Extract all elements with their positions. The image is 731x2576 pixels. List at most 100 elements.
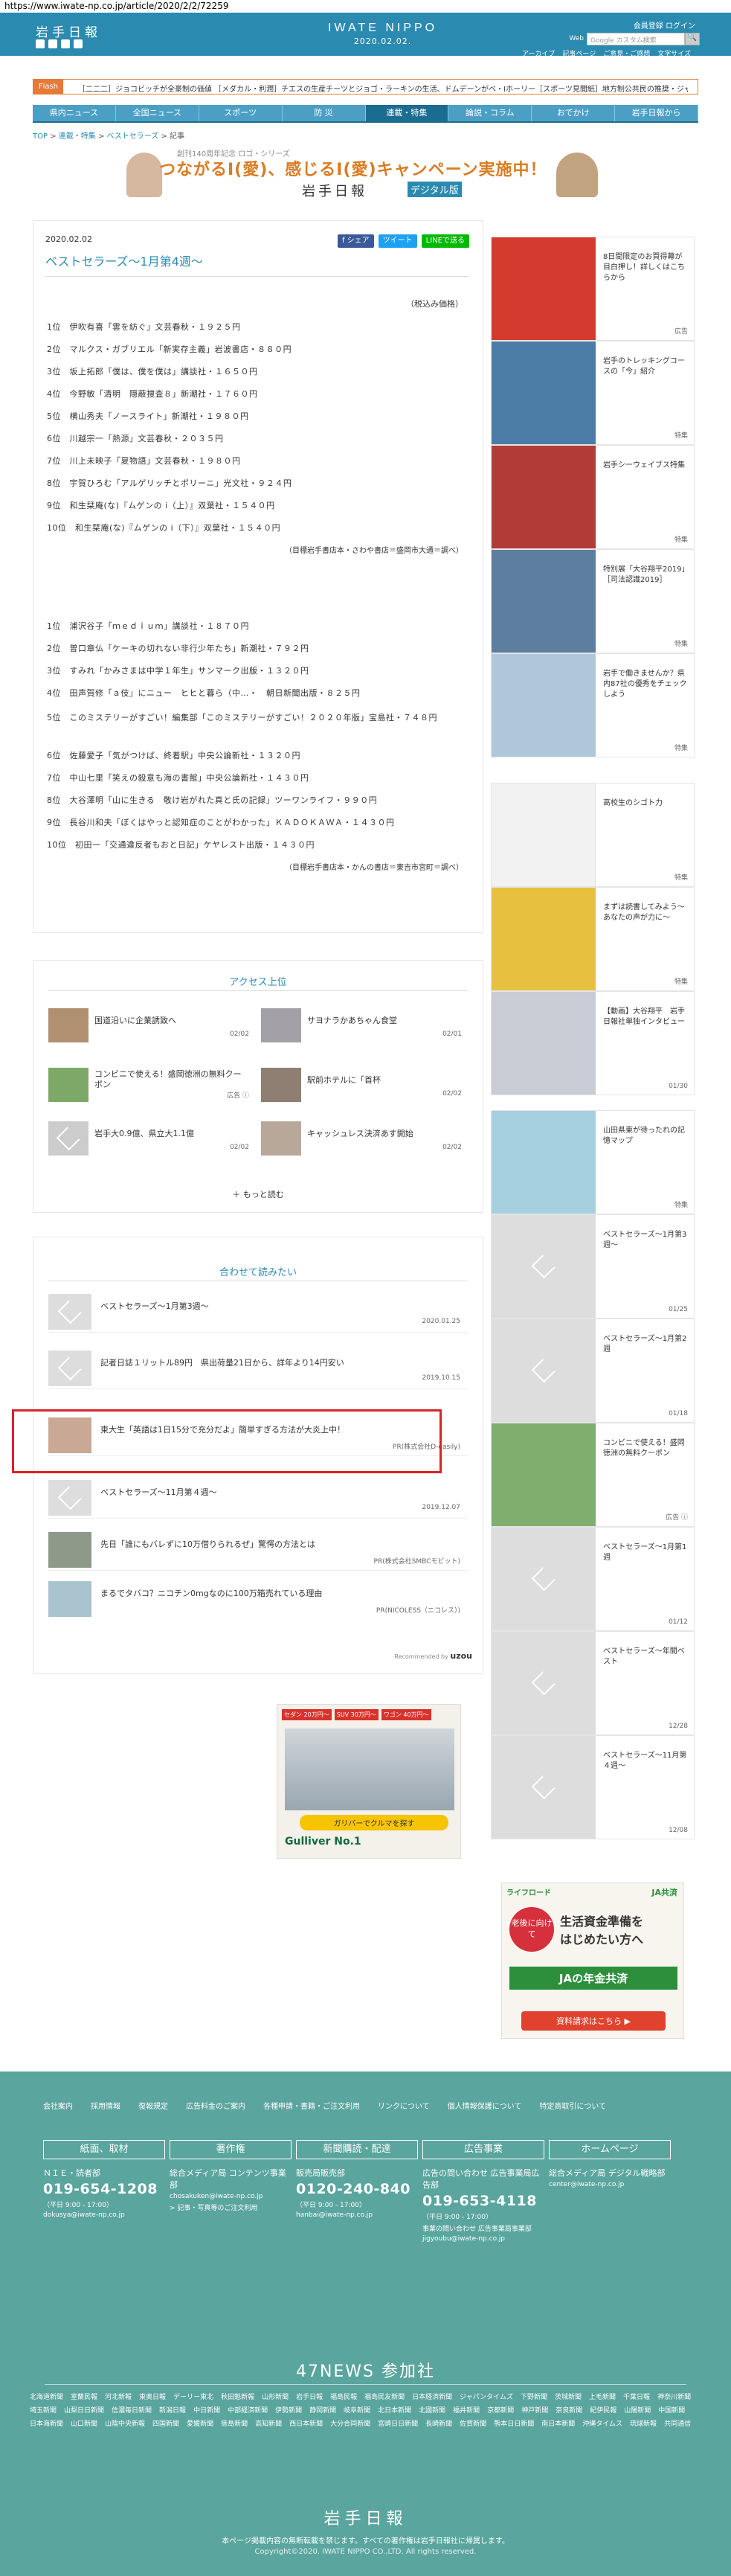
- partner-paper-link[interactable]: 山梨日日新聞: [64, 2405, 104, 2415]
- partner-paper-link[interactable]: 福井新聞: [453, 2405, 480, 2415]
- nav-national-news[interactable]: 全国ニュース: [116, 105, 199, 121]
- search-input[interactable]: Google カスタム検索: [587, 33, 685, 45]
- recommended-by[interactable]: Recommended by uzou: [394, 1651, 472, 1661]
- partner-paper-link[interactable]: 愛媛新聞: [187, 2418, 213, 2428]
- sidebar-item[interactable]: 高校生のシゴト力 特集: [491, 783, 695, 887]
- footer-link[interactable]: 広告料金のご案内: [186, 2100, 245, 2111]
- partner-paper-link[interactable]: 伊勢新聞: [275, 2405, 302, 2415]
- sidebar-item[interactable]: 岩手で働きませんか？県内87社の優秀をチェックしよう 特集: [491, 653, 695, 757]
- ja-ad-button[interactable]: 資料請求はこちら ▶: [521, 2011, 666, 2031]
- footer-logo[interactable]: 岩手日報: [0, 2505, 731, 2529]
- partner-paper-link[interactable]: 埼玉新聞: [30, 2405, 57, 2415]
- sidebar-item[interactable]: コンビニで使える！盛岡徳洲の無料クーポン 広告 ⓘ: [491, 1423, 695, 1527]
- footer-link[interactable]: リンクについて: [378, 2100, 430, 2111]
- partner-paper-link[interactable]: 神戸新聞: [521, 2405, 548, 2415]
- footer-col-email[interactable]: chosakuken@iwate-np.co.jp: [170, 2193, 292, 2200]
- footer-link[interactable]: 各種申請・書籍・ご注文利用: [263, 2100, 360, 2111]
- partner-paper-link[interactable]: 共同通信: [664, 2418, 691, 2428]
- facebook-share-button[interactable]: f シェア: [337, 234, 374, 248]
- footer-col-email[interactable]: dokusya@iwate-np.co.jp: [43, 2211, 165, 2219]
- partner-paper-link[interactable]: 熊本日日新聞: [494, 2418, 534, 2428]
- partner-paper-link[interactable]: 四国新聞: [152, 2418, 179, 2428]
- footer-col-phone[interactable]: 019-654-1208: [43, 2181, 165, 2197]
- related-item[interactable]: 記者日誌１リットル89円 県出荷量21日から、詳年より14円安い 2019.10…: [48, 1346, 468, 1389]
- sidebar-item[interactable]: 山田県東が待ったれの記憶マップ 特集: [491, 1110, 695, 1214]
- related-item-sponsored[interactable]: 先日「誰にもバレずに10万借りられるぜ」驚愕の方法とは PR(株式会社SMBCモ…: [48, 1528, 468, 1571]
- partner-paper-link[interactable]: 長崎新聞: [425, 2418, 452, 2428]
- site-logo[interactable]: 岩手日報: [36, 22, 101, 40]
- partner-paper-link[interactable]: 静岡新聞: [309, 2405, 336, 2415]
- sidebar-item[interactable]: 8日間限定のお買得幕が目白押し！詳しくはこちらから 広告: [491, 237, 695, 341]
- login-link[interactable]: ログイン: [666, 22, 695, 31]
- partner-paper-link[interactable]: 佐賀新聞: [460, 2418, 486, 2428]
- member-register-link[interactable]: 会員登録: [634, 22, 663, 31]
- footer-col-email[interactable]: hanbai@iwate-np.co.jp: [296, 2211, 418, 2219]
- partner-paper-link[interactable]: 上毛新聞: [589, 2391, 616, 2401]
- partner-paper-link[interactable]: 山陰中央新報: [105, 2418, 145, 2428]
- partner-paper-link[interactable]: 日本海新聞: [30, 2418, 63, 2428]
- sidebar-item[interactable]: ベストセラーズ～1月第2週 01/18: [491, 1319, 695, 1423]
- nav-editorial[interactable]: 論説・コラム: [448, 105, 532, 121]
- ja-ad[interactable]: ライフロード JA共済 老後に向けて 生活資金準備を はじめたい方へ JAの年金…: [501, 1883, 684, 2039]
- footer-link[interactable]: 採用情報: [91, 2100, 120, 2111]
- related-item-sponsored[interactable]: まるでタバコ？ニコチン0mgなのに100万箱売れている理由 PR(NICOLES…: [48, 1577, 468, 1620]
- partner-paper-link[interactable]: 東奥日報: [139, 2391, 166, 2401]
- access-item[interactable]: サヨナラかあちゃん食堂 02/01: [261, 1005, 462, 1047]
- access-item[interactable]: キャッシュレス決済あす開始 02/02: [261, 1118, 462, 1160]
- partner-paper-link[interactable]: 紀伊民報: [590, 2405, 616, 2415]
- partner-paper-link[interactable]: 高知新聞: [255, 2418, 282, 2428]
- more-button[interactable]: ＋ もっと読む: [33, 1188, 483, 1200]
- line-share-button[interactable]: LINEで送る: [421, 234, 469, 248]
- breadcrumb-top[interactable]: TOP: [33, 132, 48, 141]
- partner-paper-link[interactable]: 山陽新聞: [624, 2405, 651, 2415]
- partner-paper-link[interactable]: 岐阜新聞: [344, 2405, 370, 2415]
- access-item[interactable]: 岩手大0.9億、県立大1.1億 02/02: [48, 1118, 249, 1160]
- sidebar-item[interactable]: ベストセラーズ～年間ベスト 12/28: [491, 1631, 695, 1735]
- car-ad[interactable]: セダン 20万円～ SUV 30万円～ ワゴン 40万円～ ガリバーでクルマを探…: [277, 1704, 461, 1859]
- partner-paper-link[interactable]: 岩手日報: [296, 2391, 323, 2401]
- partner-paper-link[interactable]: 大分合同新聞: [330, 2418, 370, 2428]
- center-logo[interactable]: IWATE NIPPO 2020.02.02.: [328, 22, 437, 46]
- partner-paper-link[interactable]: 北日本新聞: [378, 2405, 411, 2415]
- partner-paper-link[interactable]: ジャパンタイムズ: [460, 2391, 513, 2401]
- sidebar-item[interactable]: ベストセラーズ～1月第1週 01/12: [491, 1527, 695, 1631]
- footer-col-email[interactable]: jigyoubu@iwate-np.co.jp: [422, 2235, 544, 2243]
- access-item[interactable]: 国道沿いに企業誘致へ 02/02: [48, 1005, 249, 1047]
- article-page-link[interactable]: 記事ページ: [562, 48, 596, 58]
- flash-text[interactable]: ［二二二］ジョコビッチが全豪制の価値 ［メダカル・利潤］チエスの生産チーツとジョ…: [78, 83, 688, 94]
- sidebar-item[interactable]: 特別展「大谷翔平2019」［司法認識2019］ 特集: [491, 549, 695, 653]
- partner-paper-link[interactable]: 下野新聞: [521, 2391, 547, 2401]
- flash-news-ticker[interactable]: Flash ［二二二］ジョコビッチが全豪制の価値 ［メダカル・利潤］チエスの生産…: [33, 79, 698, 94]
- related-item[interactable]: ベストセラーズ～1月第3週～ 2020.01.25: [48, 1289, 468, 1333]
- partner-paper-link[interactable]: 山口新聞: [71, 2418, 97, 2428]
- partner-paper-link[interactable]: 福島民友新聞: [364, 2391, 405, 2401]
- access-item[interactable]: コンビニで使える！盛岡徳洲の無料クーポン 広告 ⓘ: [48, 1065, 249, 1106]
- footer-link[interactable]: 特定商取引について: [539, 2100, 606, 2111]
- font-size-link[interactable]: 文字サイズ: [657, 48, 691, 58]
- footer-col-phone[interactable]: 019-653-4118: [422, 2193, 544, 2209]
- partner-paper-link[interactable]: 日本経済新聞: [412, 2391, 452, 2401]
- partner-paper-link[interactable]: 西日本新聞: [289, 2418, 323, 2428]
- partner-paper-link[interactable]: 茨城新聞: [555, 2391, 582, 2401]
- partner-paper-link[interactable]: 千葉日報: [623, 2391, 650, 2401]
- footer-col-link[interactable]: > 記事・写真等のご注文利用: [170, 2202, 292, 2212]
- sidebar-item[interactable]: ベストセラーズ～1月第3週～ 01/25: [491, 1214, 695, 1319]
- partner-paper-link[interactable]: 神奈川新聞: [657, 2391, 691, 2401]
- sidebar-item[interactable]: まずは読書してみよう～あなたの声が力に～ 特集: [491, 887, 695, 991]
- partner-paper-link[interactable]: 信濃毎日新聞: [112, 2405, 152, 2415]
- partner-paper-link[interactable]: 奈良新聞: [556, 2405, 582, 2415]
- partner-paper-link[interactable]: 中国新聞: [658, 2405, 685, 2415]
- sidebar-item[interactable]: 岩手シーウェイブス特集 特集: [491, 445, 695, 549]
- partner-paper-link[interactable]: 南日本新聞: [541, 2418, 575, 2428]
- footer-link[interactable]: 復報規定: [138, 2100, 168, 2111]
- partner-paper-link[interactable]: 中部経済新聞: [228, 2405, 268, 2415]
- youtube-icon[interactable]: [61, 39, 70, 48]
- partner-paper-link[interactable]: 新潟日報: [159, 2405, 186, 2415]
- nav-series[interactable]: 連載・特集: [365, 105, 449, 121]
- twitter-icon[interactable]: [36, 39, 45, 48]
- partner-paper-link[interactable]: 北海道新聞: [30, 2391, 63, 2401]
- archive-link[interactable]: アーカイブ: [522, 48, 555, 58]
- partner-paper-link[interactable]: 山形新聞: [262, 2391, 289, 2401]
- footer-link[interactable]: 個人情報保護について: [448, 2100, 522, 2111]
- nav-outing[interactable]: おでかけ: [532, 105, 616, 121]
